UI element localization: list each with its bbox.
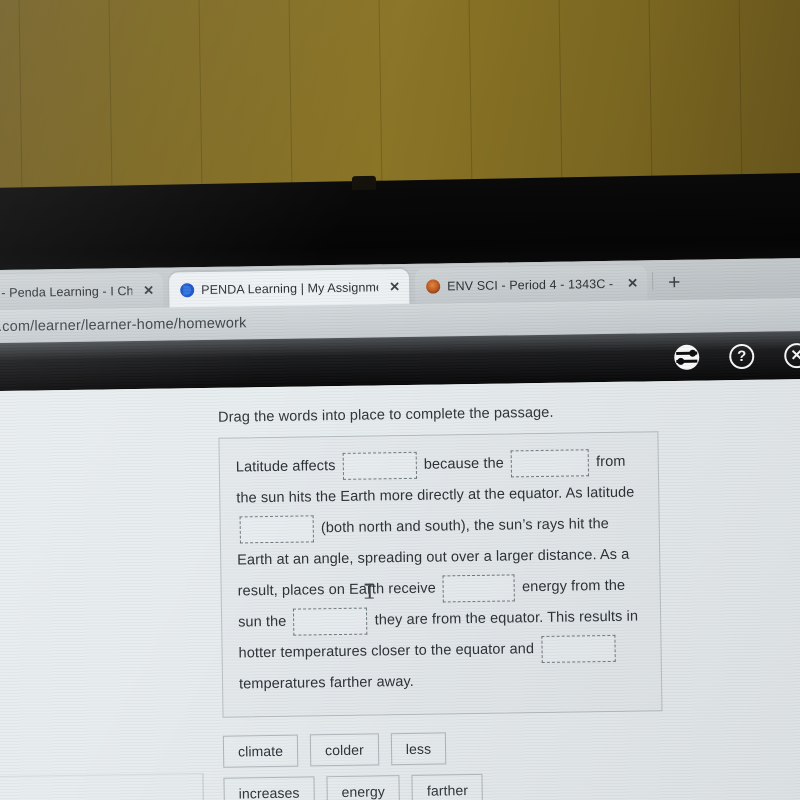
drop-zone-5[interactable] [293,607,368,636]
close-icon[interactable]: ✕ [385,279,400,295]
activity-prompt: Drag the words into place to complete th… [217,404,554,426]
wall-background [0,0,800,203]
activity-area: Drag the words into place to complete th… [218,403,664,800]
browser-tab-1[interactable]: me - Penda Learning - I Choo ✕ [0,272,164,311]
word-tile-less[interactable]: less [390,732,447,766]
help-icon[interactable]: ? [729,343,755,369]
text-cursor [368,583,371,599]
tab-title: PENDA Learning | My Assignmen [201,279,379,297]
close-icon[interactable]: ✕ [139,282,154,298]
passage-text: Latitude affects [235,457,340,476]
earth-sun-rays-diagram [0,773,206,800]
word-tile-increases[interactable]: increases [223,776,315,800]
browser-tab-2[interactable]: PENDA Learning | My Assignmen ✕ [168,268,410,308]
drop-zone-4[interactable] [442,574,516,603]
word-bank: climate colder less increases energy far… [222,731,544,800]
word-tile-energy[interactable]: energy [326,775,401,800]
drop-zone-1[interactable] [342,451,417,480]
envsci-icon [426,278,441,294]
url-text: rning.com/learner/learner-home/homework [0,314,247,336]
word-tile-farther[interactable]: farther [411,773,484,800]
photo-of-monitor-scene: me - Penda Learning - I Choo ✕ PENDA Lea… [0,0,800,800]
passage-text: because the [419,455,509,473]
drop-zone-3[interactable] [239,515,314,544]
browser-tab-3[interactable]: ENV SCI - Period 4 - 1343C - KAR ✕ [414,265,648,304]
penda-logo-icon [180,282,195,297]
browser-window: me - Penda Learning - I Choo ✕ PENDA Lea… [0,257,800,800]
new-tab-button[interactable]: + [668,271,681,295]
earth-globe-icon [0,794,8,800]
word-tile-colder[interactable]: colder [309,733,380,767]
close-icon[interactable]: ✕ [623,275,638,291]
close-icon[interactable]: ✕ [784,342,800,368]
drop-zone-2[interactable] [510,448,590,478]
drop-zone-6[interactable] [540,634,616,663]
monitor-bezel-nub [351,175,377,191]
tab-title: ENV SCI - Period 4 - 1343C - KAR [447,276,616,293]
passage-text: temperatures farther away. [238,673,414,693]
word-tile-climate[interactable]: climate [222,734,299,768]
passage-container: Latitude affects because the from the su… [218,431,663,718]
page-content: Drag the words into place to complete th… [0,378,800,800]
settings-sliders-icon[interactable] [674,344,700,370]
tab-title: me - Penda Learning - I Choo [0,283,133,300]
